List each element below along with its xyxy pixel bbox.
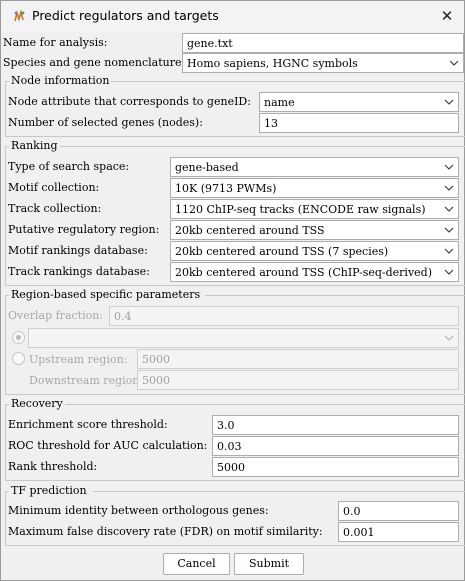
downstream-label: Downstream region: [29,374,144,387]
track-db-value: 20kb centered around TSS (ChIP-seq-deriv… [175,266,433,279]
motif-db-value: 20kb centered around TSS (7 species) [175,245,389,258]
chevron-down-icon [444,224,454,236]
group-border [57,146,465,147]
roc-threshold-input[interactable]: 0.03 [212,436,459,456]
enrichment-threshold-input[interactable]: 3.0 [212,415,459,435]
tf-prediction-title: TF prediction [9,484,89,498]
roc-threshold-label: ROC threshold for AUC calculation: [8,439,208,452]
region-option-select[interactable] [28,328,459,348]
title-bar: Predict regulators and targets ✕ [1,1,464,32]
regulatory-region-select[interactable]: 20kb centered around TSS [170,220,459,240]
species-select[interactable]: Homo sapiens, HGNC symbols [182,53,464,73]
recovery-title: Recovery [9,397,65,411]
species-label: Species and gene nomenclature: [3,56,186,69]
chevron-down-icon [444,161,454,173]
regulatory-region-value: 20kb centered around TSS [175,224,325,237]
regulatory-region-label: Putative regulatory region: [8,223,160,236]
ranking-title: Ranking [9,139,60,153]
chevron-down-icon [444,182,454,194]
upstream-label: Upstream region: [29,353,128,366]
region-params-title: Region-based specific parameters [9,288,203,302]
app-icon [13,8,26,23]
motif-db-label: Motif rankings database: [8,244,148,257]
analysis-name-input[interactable]: gene.txt [182,33,464,53]
motif-collection-value: 10K (9713 PWMs) [175,182,277,195]
track-collection-value: 1120 ChIP-seq tracks (ENCODE raw signals… [175,203,426,216]
node-attr-select[interactable]: name [259,92,459,112]
upstream-input[interactable]: 5000 [137,349,459,369]
overlap-fraction-label: Overlap fraction: [8,309,104,322]
species-select-value: Homo sapiens, HGNC symbols [187,57,358,70]
close-button[interactable]: ✕ [434,5,460,27]
track-collection-label: Track collection: [8,202,102,215]
chevron-down-icon [444,266,454,278]
chevron-down-icon [444,96,454,108]
rank-threshold-label: Rank threshold: [8,460,98,473]
analysis-name-label: Name for analysis: [3,36,108,49]
chevron-down-icon [444,203,454,215]
enrichment-threshold-label: Enrichment score threshold: [8,418,168,431]
search-space-label: Type of search space: [8,160,130,173]
cancel-button[interactable]: Cancel [163,553,230,575]
motif-db-select[interactable]: 20kb centered around TSS (7 species) [170,241,459,261]
search-space-value: gene-based [175,161,239,174]
dialog-window: Predict regulators and targets ✕ Name fo… [0,0,465,581]
rank-threshold-input[interactable]: 5000 [212,457,459,477]
node-attr-select-value: name [264,96,295,109]
overlap-fraction-input[interactable]: 0.4 [109,306,459,326]
node-info-title: Node information [9,74,112,88]
radio-option-1[interactable] [12,331,25,344]
fdr-label: Maximum false discovery rate (FDR) on mo… [8,525,323,538]
motif-collection-label: Motif collection: [8,181,100,194]
chevron-down-icon [449,57,459,69]
group-border [63,404,465,405]
min-identity-input[interactable]: 0.0 [338,501,459,521]
track-db-select[interactable]: 20kb centered around TSS (ChIP-seq-deriv… [170,262,459,282]
fdr-input[interactable]: 0.001 [338,522,459,542]
chevron-down-icon [444,332,454,344]
group-border [109,81,465,82]
min-identity-label: Minimum identity between orthologous gen… [8,504,269,517]
track-collection-select[interactable]: 1120 ChIP-seq tracks (ENCODE raw signals… [170,199,459,219]
node-attr-label: Node attribute that corresponds to geneI… [8,95,251,108]
track-db-label: Track rankings database: [8,265,150,278]
window-title: Predict regulators and targets [32,8,219,23]
num-genes-input[interactable]: 13 [259,113,459,133]
num-genes-label: Number of selected genes (nodes): [8,116,203,129]
close-icon: ✕ [440,7,454,25]
motif-collection-select[interactable]: 10K (9713 PWMs) [170,178,459,198]
downstream-input[interactable]: 5000 [137,370,459,390]
radio-option-2[interactable] [12,352,25,365]
chevron-down-icon [444,245,454,257]
group-border [93,491,465,492]
group-border [205,295,465,296]
search-space-select[interactable]: gene-based [170,157,459,177]
submit-button[interactable]: Submit [234,553,304,575]
